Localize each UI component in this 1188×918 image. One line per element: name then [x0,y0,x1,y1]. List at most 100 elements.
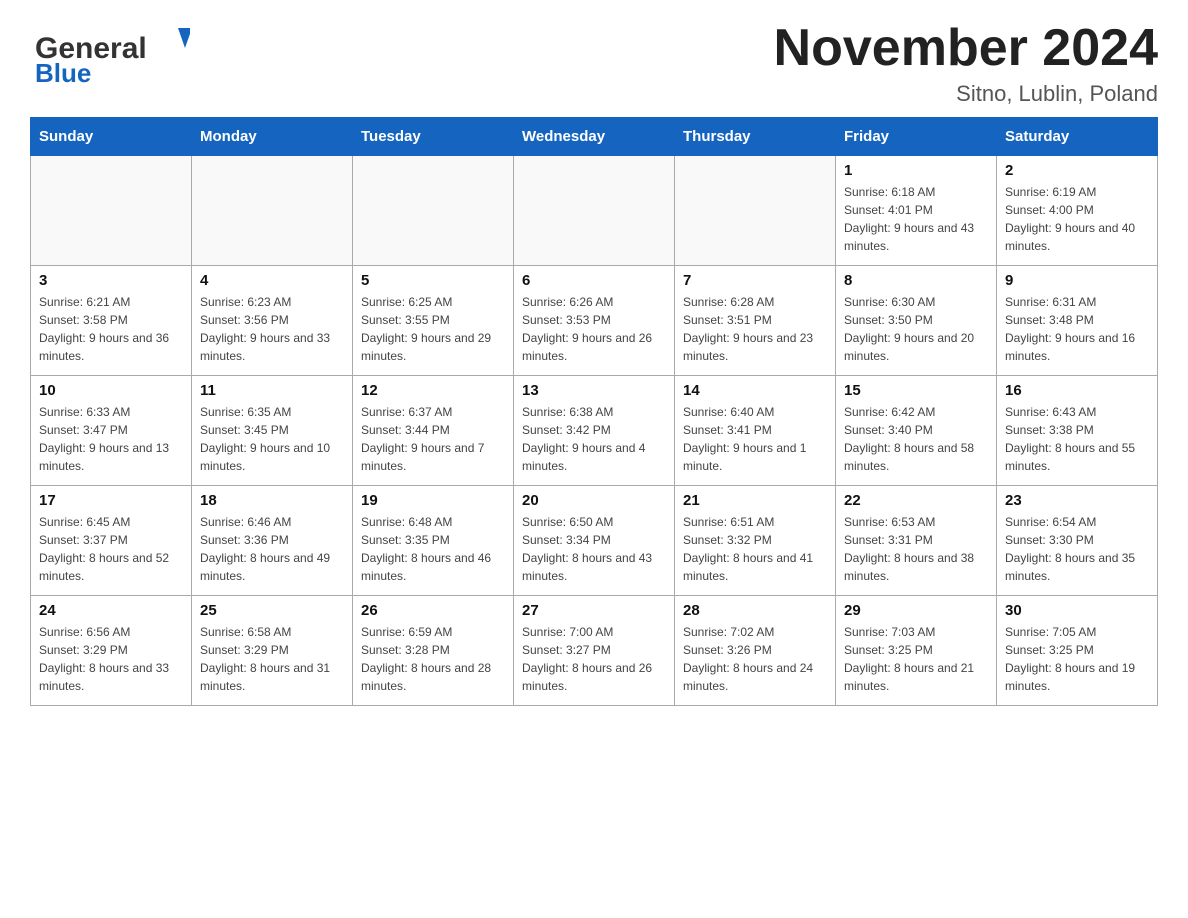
calendar-week-5: 24Sunrise: 6:56 AM Sunset: 3:29 PM Dayli… [31,596,1158,706]
calendar-cell: 1 Sunrise: 6:18 AM Sunset: 4:01 PM Daylig… [836,156,997,266]
day-info: Sunrise: 6:45 AM Sunset: 3:37 PM Dayligh… [39,513,183,585]
day-number: 14 [683,382,827,399]
day-info: Sunrise: 6:54 AM Sunset: 3:30 PM Dayligh… [1005,513,1149,585]
location: Sitno, Lublin, Poland [774,81,1158,107]
header-wednesday: Wednesday [514,118,675,156]
day-info: Sunrise: 6:18 AM Sunset: 4:01 PM Dayligh… [844,183,988,255]
day-number: 23 [1005,492,1149,509]
day-info: Sunrise: 6:23 AM Sunset: 3:56 PM Dayligh… [200,293,344,365]
day-info: Sunrise: 6:51 AM Sunset: 3:32 PM Dayligh… [683,513,827,585]
calendar-week-1: 1 Sunrise: 6:18 AM Sunset: 4:01 PM Daylig… [31,156,1158,266]
day-number: 12 [361,382,505,399]
day-number: 17 [39,492,183,509]
logo: General Blue [30,20,190,97]
day-number: 21 [683,492,827,509]
day-info: Sunrise: 7:05 AM Sunset: 3:25 PM Dayligh… [1005,623,1149,695]
day-info: Sunrise: 7:02 AM Sunset: 3:26 PM Dayligh… [683,623,827,695]
day-info: Sunrise: 6:26 AM Sunset: 3:53 PM Dayligh… [522,293,666,365]
header-tuesday: Tuesday [353,118,514,156]
day-number: 15 [844,382,988,399]
calendar-header: SundayMondayTuesdayWednesdayThursdayFrid… [31,118,1158,156]
day-number: 20 [522,492,666,509]
day-number: 27 [522,602,666,619]
calendar-cell: 7 Sunrise: 6:28 AM Sunset: 3:51 PM Daylig… [675,266,836,376]
day-number: 30 [1005,602,1149,619]
day-number: 13 [522,382,666,399]
calendar-cell: 3 Sunrise: 6:21 AM Sunset: 3:58 PM Daylig… [31,266,192,376]
day-number: 3 [39,272,183,289]
calendar-cell: 16 Sunrise: 6:43 AM Sunset: 3:38 PM Dayli… [997,376,1158,486]
calendar-cell [514,156,675,266]
day-number: 18 [200,492,344,509]
day-number: 29 [844,602,988,619]
day-number: 28 [683,602,827,619]
day-info: Sunrise: 6:48 AM Sunset: 3:35 PM Dayligh… [361,513,505,585]
calendar-cell: 21 Sunrise: 6:51 AM Sunset: 3:32 PM Dayli… [675,486,836,596]
day-info: Sunrise: 7:03 AM Sunset: 3:25 PM Dayligh… [844,623,988,695]
day-info: Sunrise: 6:56 AM Sunset: 3:29 PM Dayligh… [39,623,183,695]
calendar-cell: 8 Sunrise: 6:30 AM Sunset: 3:50 PM Daylig… [836,266,997,376]
day-number: 26 [361,602,505,619]
calendar-cell: 30 Sunrise: 7:05 AM Sunset: 3:25 PM Dayli… [997,596,1158,706]
day-info: Sunrise: 6:38 AM Sunset: 3:42 PM Dayligh… [522,403,666,475]
calendar-cell: 9Sunrise: 6:31 AM Sunset: 3:48 PM Daylig… [997,266,1158,376]
day-number: 10 [39,382,183,399]
calendar-cell: 24Sunrise: 6:56 AM Sunset: 3:29 PM Dayli… [31,596,192,706]
day-info: Sunrise: 6:31 AM Sunset: 3:48 PM Dayligh… [1005,293,1149,365]
day-number: 22 [844,492,988,509]
calendar-cell: 5 Sunrise: 6:25 AM Sunset: 3:55 PM Daylig… [353,266,514,376]
calendar-cell: 10 Sunrise: 6:33 AM Sunset: 3:47 PM Dayli… [31,376,192,486]
day-number: 5 [361,272,505,289]
day-number: 25 [200,602,344,619]
day-info: Sunrise: 7:00 AM Sunset: 3:27 PM Dayligh… [522,623,666,695]
day-info: Sunrise: 6:58 AM Sunset: 3:29 PM Dayligh… [200,623,344,695]
header-friday: Friday [836,118,997,156]
calendar-cell: 28 Sunrise: 7:02 AM Sunset: 3:26 PM Dayli… [675,596,836,706]
calendar-week-2: 3 Sunrise: 6:21 AM Sunset: 3:58 PM Daylig… [31,266,1158,376]
month-title: November 2024 [774,20,1158,77]
calendar-cell: 14Sunrise: 6:40 AM Sunset: 3:41 PM Dayli… [675,376,836,486]
day-info: Sunrise: 6:37 AM Sunset: 3:44 PM Dayligh… [361,403,505,475]
day-number: 11 [200,382,344,399]
calendar-cell [192,156,353,266]
day-info: Sunrise: 6:30 AM Sunset: 3:50 PM Dayligh… [844,293,988,365]
calendar-body: 1 Sunrise: 6:18 AM Sunset: 4:01 PM Daylig… [31,156,1158,706]
day-info: Sunrise: 6:50 AM Sunset: 3:34 PM Dayligh… [522,513,666,585]
calendar-cell: 22 Sunrise: 6:53 AM Sunset: 3:31 PM Dayli… [836,486,997,596]
day-info: Sunrise: 6:53 AM Sunset: 3:31 PM Dayligh… [844,513,988,585]
day-info: Sunrise: 6:46 AM Sunset: 3:36 PM Dayligh… [200,513,344,585]
calendar-cell: 23 Sunrise: 6:54 AM Sunset: 3:30 PM Dayli… [997,486,1158,596]
calendar-week-3: 10 Sunrise: 6:33 AM Sunset: 3:47 PM Dayli… [31,376,1158,486]
day-info: Sunrise: 6:42 AM Sunset: 3:40 PM Dayligh… [844,403,988,475]
day-number: 4 [200,272,344,289]
day-number: 7 [683,272,827,289]
calendar-table: SundayMondayTuesdayWednesdayThursdayFrid… [30,117,1158,706]
day-info: Sunrise: 6:28 AM Sunset: 3:51 PM Dayligh… [683,293,827,365]
calendar-cell: 29 Sunrise: 7:03 AM Sunset: 3:25 PM Dayli… [836,596,997,706]
day-info: Sunrise: 6:33 AM Sunset: 3:47 PM Dayligh… [39,403,183,475]
day-number: 1 [844,162,988,179]
calendar-cell: 11 Sunrise: 6:35 AM Sunset: 3:45 PM Dayli… [192,376,353,486]
day-info: Sunrise: 6:25 AM Sunset: 3:55 PM Dayligh… [361,293,505,365]
day-info: Sunrise: 6:59 AM Sunset: 3:28 PM Dayligh… [361,623,505,695]
calendar-cell: 17 Sunrise: 6:45 AM Sunset: 3:37 PM Dayli… [31,486,192,596]
calendar-week-4: 17 Sunrise: 6:45 AM Sunset: 3:37 PM Dayli… [31,486,1158,596]
logo-graphic: General Blue [30,20,190,95]
day-info: Sunrise: 6:43 AM Sunset: 3:38 PM Dayligh… [1005,403,1149,475]
calendar-cell: 26 Sunrise: 6:59 AM Sunset: 3:28 PM Dayli… [353,596,514,706]
day-number: 16 [1005,382,1149,399]
calendar-cell: 4 Sunrise: 6:23 AM Sunset: 3:56 PM Daylig… [192,266,353,376]
day-number: 6 [522,272,666,289]
day-info: Sunrise: 6:35 AM Sunset: 3:45 PM Dayligh… [200,403,344,475]
calendar-cell [675,156,836,266]
day-info: Sunrise: 6:21 AM Sunset: 3:58 PM Dayligh… [39,293,183,365]
day-info: Sunrise: 6:19 AM Sunset: 4:00 PM Dayligh… [1005,183,1149,255]
calendar-cell: 25 Sunrise: 6:58 AM Sunset: 3:29 PM Dayli… [192,596,353,706]
header-thursday: Thursday [675,118,836,156]
day-number: 8 [844,272,988,289]
day-number: 2 [1005,162,1149,179]
header-row: SundayMondayTuesdayWednesdayThursdayFrid… [31,118,1158,156]
title-block: November 2024 Sitno, Lublin, Poland [774,20,1158,107]
header-monday: Monday [192,118,353,156]
calendar-cell [353,156,514,266]
